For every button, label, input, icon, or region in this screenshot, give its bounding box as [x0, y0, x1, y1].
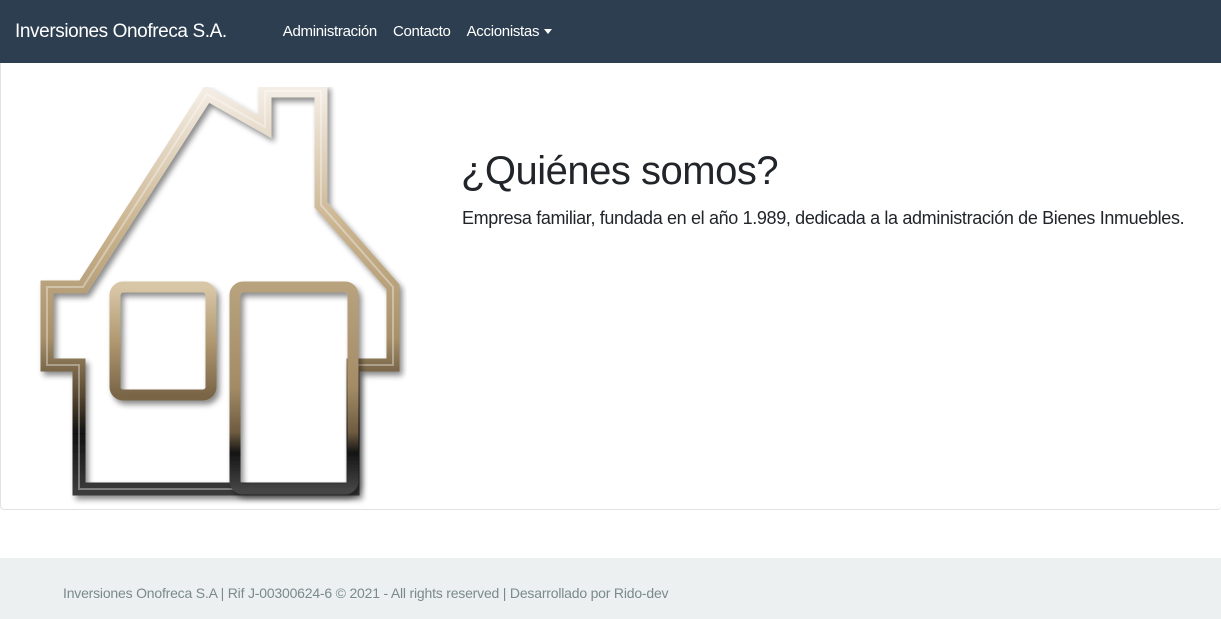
nav-link-contacto[interactable]: Contacto — [393, 23, 451, 40]
nav-link-administracion[interactable]: Administración — [283, 23, 377, 40]
company-description: Empresa familiar, fundada en el año 1.98… — [462, 208, 1185, 228]
brand-link[interactable]: Inversiones Onofreca S.A. — [15, 21, 227, 43]
caret-down-icon — [544, 29, 553, 34]
footer-text: Inversiones Onofreca S.A | Rif J-0030062… — [63, 585, 669, 601]
top-navbar: Inversiones Onofreca S.A. Administración… — [0, 0, 1221, 63]
about-card: ¿Quiénes somos? Empresa familiar, fundad… — [0, 63, 1221, 510]
page-title: ¿Quiénes somos? — [461, 149, 779, 193]
nav-link-label: Administración — [282, 23, 377, 40]
footer: Inversiones Onofreca S.A | Rif J-0030062… — [0, 558, 1221, 619]
nav-link-label: Contacto — [392, 23, 451, 40]
nav-menu: Administración Contacto Accionistas — [283, 23, 568, 40]
nav-link-label: Accionistas — [466, 23, 540, 40]
house-icon — [40, 87, 400, 496]
nav-dropdown-accionistas[interactable]: Accionistas — [467, 23, 553, 40]
